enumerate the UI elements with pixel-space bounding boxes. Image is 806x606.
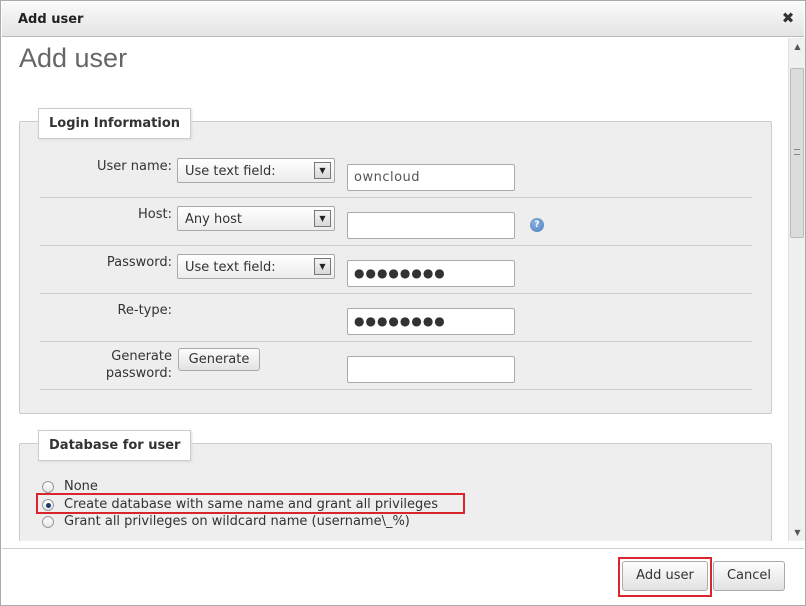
vertical-scrollbar[interactable]: ▲ ▼ [788,38,805,541]
generated-password-input[interactable] [347,356,515,383]
generate-password-row: Generate password: Generate [40,342,752,390]
scroll-down-arrow-icon[interactable]: ▼ [789,524,806,541]
host-label: Host: [138,207,172,222]
cancel-button[interactable]: Cancel [713,561,785,591]
help-icon[interactable]: ? [530,218,544,232]
database-for-user-fieldset: Database for user None Create database w… [19,430,772,541]
user-name-input[interactable]: owncloud [347,164,515,191]
add-user-dialog: Add user ✖ Add user Login Information Us… [0,0,806,606]
host-row: Host: Any host ▼ ? [40,198,752,246]
scrollbar-thumb[interactable] [790,68,804,238]
highlight-box [36,493,465,514]
password-select-value: Use text field: [185,260,276,275]
close-icon[interactable]: ✖ [780,10,796,26]
dialog-footer: Add user Cancel [2,548,804,605]
generate-password-label-line2: password: [105,366,172,381]
scroll-up-arrow-icon[interactable]: ▲ [789,38,806,55]
radio-label: None [64,479,98,494]
password-select[interactable]: Use text field: ▼ [177,254,335,279]
page-title: Add user [19,43,128,73]
retype-row: Re-type: ●●●●●●●● [40,294,752,342]
generate-password-label-line1: Generate [111,349,172,364]
dialog-titlebar[interactable]: Add user ✖ [2,2,804,37]
chevron-down-icon: ▼ [314,162,331,179]
host-input[interactable] [347,212,515,239]
radio-button[interactable] [42,516,54,528]
grip-icon [794,149,800,155]
retype-password-input[interactable]: ●●●●●●●● [347,308,515,335]
chevron-down-icon: ▼ [314,210,331,227]
generate-button[interactable]: Generate [178,348,260,371]
chevron-down-icon: ▼ [314,258,331,275]
user-name-row: User name: Use text field: ▼ owncloud [40,150,752,198]
database-for-user-legend: Database for user [38,430,192,461]
login-information-legend: Login Information [38,108,192,139]
password-label: Password: [106,255,172,270]
generate-password-label: Generate password: [106,348,172,382]
dialog-title: Add user [18,12,84,27]
retype-label: Re-type: [117,303,172,318]
user-name-select-value: Use text field: [185,164,276,179]
login-information-fieldset: Login Information User name: Use text fi… [19,108,772,414]
host-select[interactable]: Any host ▼ [177,206,335,231]
dialog-content: Add user Login Information User name: Us… [2,38,788,541]
host-select-value: Any host [185,212,243,227]
password-input[interactable]: ●●●●●●●● [347,260,515,287]
radio-label: Grant all privileges on wildcard name (u… [64,514,410,529]
password-row: Password: Use text field: ▼ ●●●●●●●● [40,246,752,294]
user-name-select[interactable]: Use text field: ▼ [177,158,335,183]
radio-button[interactable] [42,481,54,493]
user-name-label: User name: [96,159,172,174]
highlight-box [618,557,712,597]
